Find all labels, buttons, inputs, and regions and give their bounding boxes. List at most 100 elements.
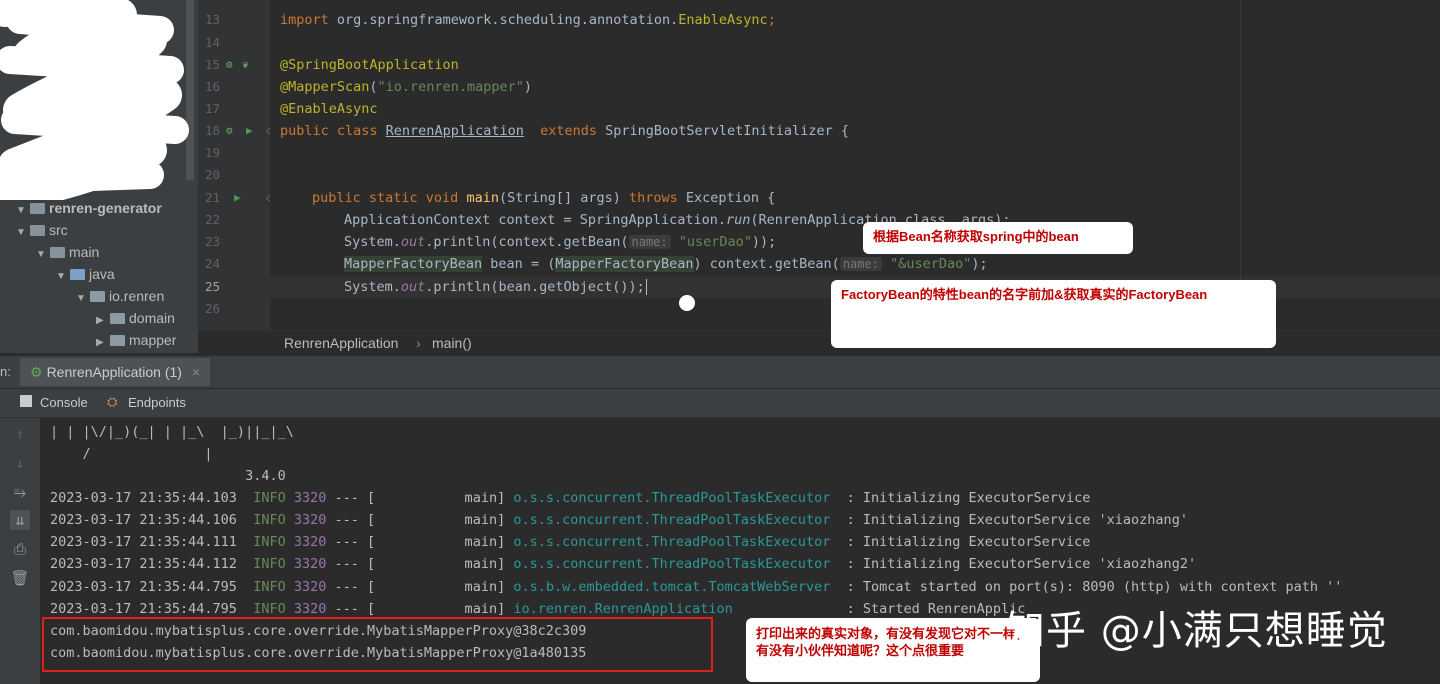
log-line: 2023-03-17 21:35:44.103 INFO 3320 --- [ … bbox=[50, 487, 1090, 509]
log-timestamp: 2023-03-17 21:35:44.795 bbox=[50, 601, 237, 617]
log-separator: --- [ bbox=[334, 512, 376, 528]
keyword: public static void bbox=[312, 190, 467, 206]
log-pid: 3320 bbox=[293, 601, 327, 617]
text-cursor bbox=[645, 279, 647, 295]
tree-item-src[interactable]: ▼ src bbox=[16, 220, 68, 240]
string-literal: "&userDao" bbox=[890, 256, 972, 272]
breadcrumb-method[interactable]: main() bbox=[432, 331, 472, 355]
log-timestamp: 2023-03-17 21:35:44.106 bbox=[50, 512, 237, 528]
log-message: : Initializing ExecutorService 'xiaozhan… bbox=[838, 556, 1197, 572]
log-thread: main] bbox=[375, 512, 506, 528]
parameter-hint: name: bbox=[839, 257, 882, 271]
code-text: (String[] args) bbox=[498, 190, 629, 206]
watermark: 知乎 @小满只想睡觉 bbox=[1005, 608, 1388, 654]
line-number: 18 bbox=[204, 123, 220, 138]
tree-arrow-icon[interactable]: ▼ bbox=[36, 245, 50, 265]
line-number: 26 bbox=[204, 301, 220, 316]
tree-arrow-icon[interactable]: ▼ bbox=[16, 201, 30, 221]
log-timestamp: 2023-03-17 21:35:44.103 bbox=[50, 490, 237, 506]
code-line-13: import org.springframework.scheduling.an… bbox=[280, 9, 776, 31]
line-number: 14 bbox=[204, 35, 220, 50]
folder-icon bbox=[50, 247, 65, 258]
log-message: : Initializing ExecutorService bbox=[838, 534, 1091, 550]
log-pid: 3320 bbox=[293, 512, 327, 528]
breadcrumb-class[interactable]: RenrenApplication bbox=[284, 331, 398, 355]
tree-item-io-renren[interactable]: ▼ io.renren bbox=[76, 286, 164, 306]
tree-arrow-icon[interactable]: ▶ bbox=[96, 311, 110, 331]
tree-item-module[interactable]: ▼ renren-generator bbox=[16, 198, 162, 218]
tree-item-main[interactable]: ▼ main bbox=[36, 242, 99, 262]
spring-leaf-icon[interactable]: ❦ bbox=[242, 58, 249, 72]
tree-arrow-icon[interactable]: ▶ bbox=[96, 333, 110, 353]
log-timestamp: 2023-03-17 21:35:44.111 bbox=[50, 534, 237, 550]
code-text: MapperFactoryBean bbox=[344, 256, 483, 272]
run-icon[interactable]: ▶ bbox=[234, 191, 241, 205]
log-level: INFO bbox=[253, 556, 286, 572]
code-text: bean = ( bbox=[482, 256, 556, 272]
tab-endpoints[interactable]: Endpoints bbox=[128, 395, 186, 410]
module-folder-icon bbox=[30, 203, 45, 214]
code-text: SpringBootServletInitializer { bbox=[605, 123, 849, 139]
print-icon[interactable]: ⎙ bbox=[10, 539, 30, 559]
console-icon bbox=[20, 395, 32, 407]
log-logger: o.s.s.concurrent.ThreadPoolTaskExecutor bbox=[513, 512, 839, 528]
spring-bean-icon[interactable]: ⚙ bbox=[226, 124, 233, 138]
soft-wrap-icon[interactable]: ⥱ bbox=[10, 482, 30, 502]
line-number: 16 bbox=[204, 79, 220, 94]
log-message: : Started RenrenApplic bbox=[838, 601, 1026, 617]
tree-item-label: renren-generator bbox=[49, 200, 162, 216]
log-level: INFO bbox=[253, 534, 286, 550]
log-thread: main] bbox=[375, 556, 506, 572]
source-folder-icon bbox=[70, 269, 85, 280]
string-literal: "io.renren.mapper" bbox=[377, 79, 524, 95]
code-line-16: @MapperScan("io.renren.mapper") bbox=[280, 79, 532, 95]
line-number: 24 bbox=[204, 256, 220, 271]
tab-run-configuration[interactable]: ⚙ RenrenApplication (1) × bbox=[20, 358, 211, 386]
code-text: org.springframework.scheduling.annotatio… bbox=[336, 12, 679, 28]
code-text: out bbox=[400, 234, 426, 250]
keyword: throws bbox=[629, 190, 686, 206]
scroll-to-end-icon[interactable]: ⇊ bbox=[10, 510, 30, 530]
log-level: INFO bbox=[253, 512, 286, 528]
tree-item-domain[interactable]: ▶ domain bbox=[96, 308, 175, 328]
annotation-note-3: 打印出来的真实对象，有没有发现它对不一样，有没有小伙伴知道呢？这个点很重要 bbox=[746, 618, 1040, 682]
spring-bean-icon[interactable]: ⚙ bbox=[226, 58, 233, 72]
code-text: System. bbox=[344, 279, 401, 295]
line-number: 15 bbox=[204, 57, 220, 72]
line-number: 23 bbox=[204, 234, 220, 249]
code-text: out bbox=[400, 279, 426, 295]
tree-arrow-icon[interactable]: ▼ bbox=[76, 289, 90, 309]
tree-item-label: mapper bbox=[129, 332, 177, 348]
code-text: ApplicationContext context = SpringAppli… bbox=[344, 212, 727, 228]
up-arrow-icon[interactable]: ↑ bbox=[10, 424, 30, 444]
line-number: 20 bbox=[204, 167, 220, 182]
run-icon[interactable]: ▶ bbox=[246, 124, 253, 138]
tree-arrow-icon[interactable]: ▼ bbox=[56, 267, 70, 287]
log-pid: 3320 bbox=[293, 490, 327, 506]
class-name: RenrenApplication bbox=[385, 123, 524, 139]
trash-icon[interactable]: 🗑 bbox=[10, 568, 30, 588]
log-thread: main] bbox=[375, 490, 506, 506]
tree-item-java[interactable]: ▼ java bbox=[56, 264, 115, 284]
log-logger: o.s.s.concurrent.ThreadPoolTaskExecutor bbox=[513, 534, 839, 550]
tree-arrow-icon[interactable]: ▼ bbox=[16, 223, 30, 243]
code-line-18: public class RenrenApplication extends S… bbox=[280, 120, 849, 142]
tab-console[interactable]: Console bbox=[40, 395, 88, 410]
tree-item-mapper[interactable]: ▶ mapper bbox=[96, 330, 176, 350]
log-timestamp: 2023-03-17 21:35:44.112 bbox=[50, 556, 237, 572]
down-arrow-icon[interactable]: ↓ bbox=[10, 453, 30, 473]
string-literal: "userDao" bbox=[678, 234, 752, 250]
log-separator: --- [ bbox=[334, 490, 376, 506]
banner-line: 3.4.0 bbox=[50, 468, 286, 484]
log-message: : Initializing ExecutorService 'xiaozhan… bbox=[838, 512, 1188, 528]
run-tool-window-header: n: bbox=[0, 355, 1440, 388]
code-text: run bbox=[726, 212, 751, 228]
method-name: main bbox=[466, 190, 499, 206]
package-icon bbox=[90, 291, 105, 302]
code-line-17: @EnableAsync bbox=[280, 101, 378, 117]
log-level: INFO bbox=[253, 490, 286, 506]
code-text: EnableAsync bbox=[678, 12, 768, 28]
line-number: 21 bbox=[204, 190, 220, 205]
close-icon[interactable]: × bbox=[192, 364, 200, 380]
log-level: INFO bbox=[253, 601, 286, 617]
